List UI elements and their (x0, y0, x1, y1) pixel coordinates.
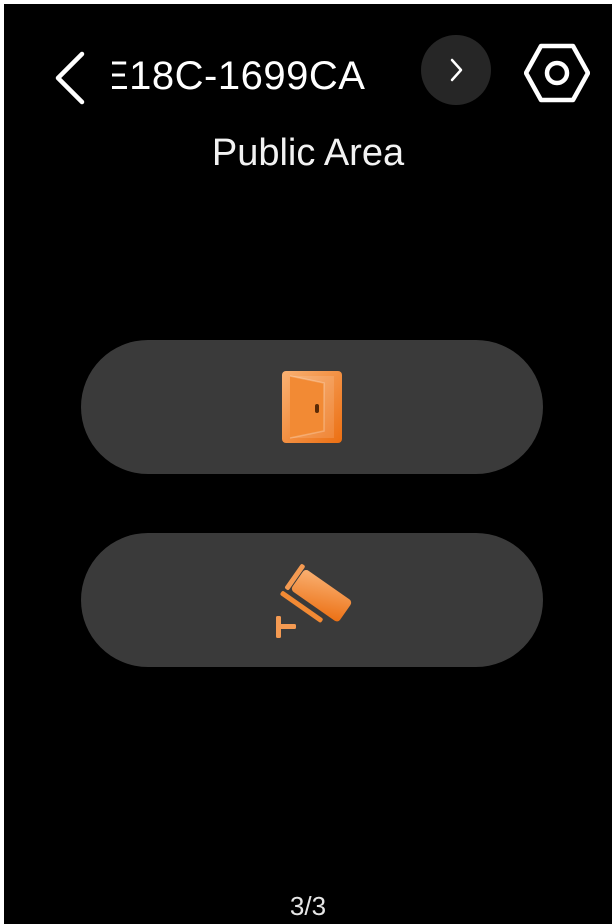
hex-nut-settings-icon (524, 43, 590, 103)
page-indicator: 3/3 (289, 891, 327, 921)
next-device-button[interactable] (421, 35, 491, 105)
settings-button[interactable] (522, 38, 592, 108)
chevron-right-icon (450, 58, 463, 82)
door-unlock-button[interactable] (81, 340, 543, 474)
header: E18C-1699CA Public Area (4, 4, 612, 194)
device-id-title: E18C-1699CA (112, 46, 412, 106)
area-title: Public Area (211, 132, 405, 174)
back-button[interactable] (48, 48, 92, 108)
camera-view-button[interactable] (81, 533, 543, 667)
chevron-left-icon (55, 51, 85, 105)
cctv-camera-icon (276, 564, 352, 638)
app-screen: E18C-1699CA Public Area 3/3 (4, 4, 612, 924)
device-id-text: E18C-1699CA (112, 54, 366, 98)
door-icon (282, 371, 342, 443)
